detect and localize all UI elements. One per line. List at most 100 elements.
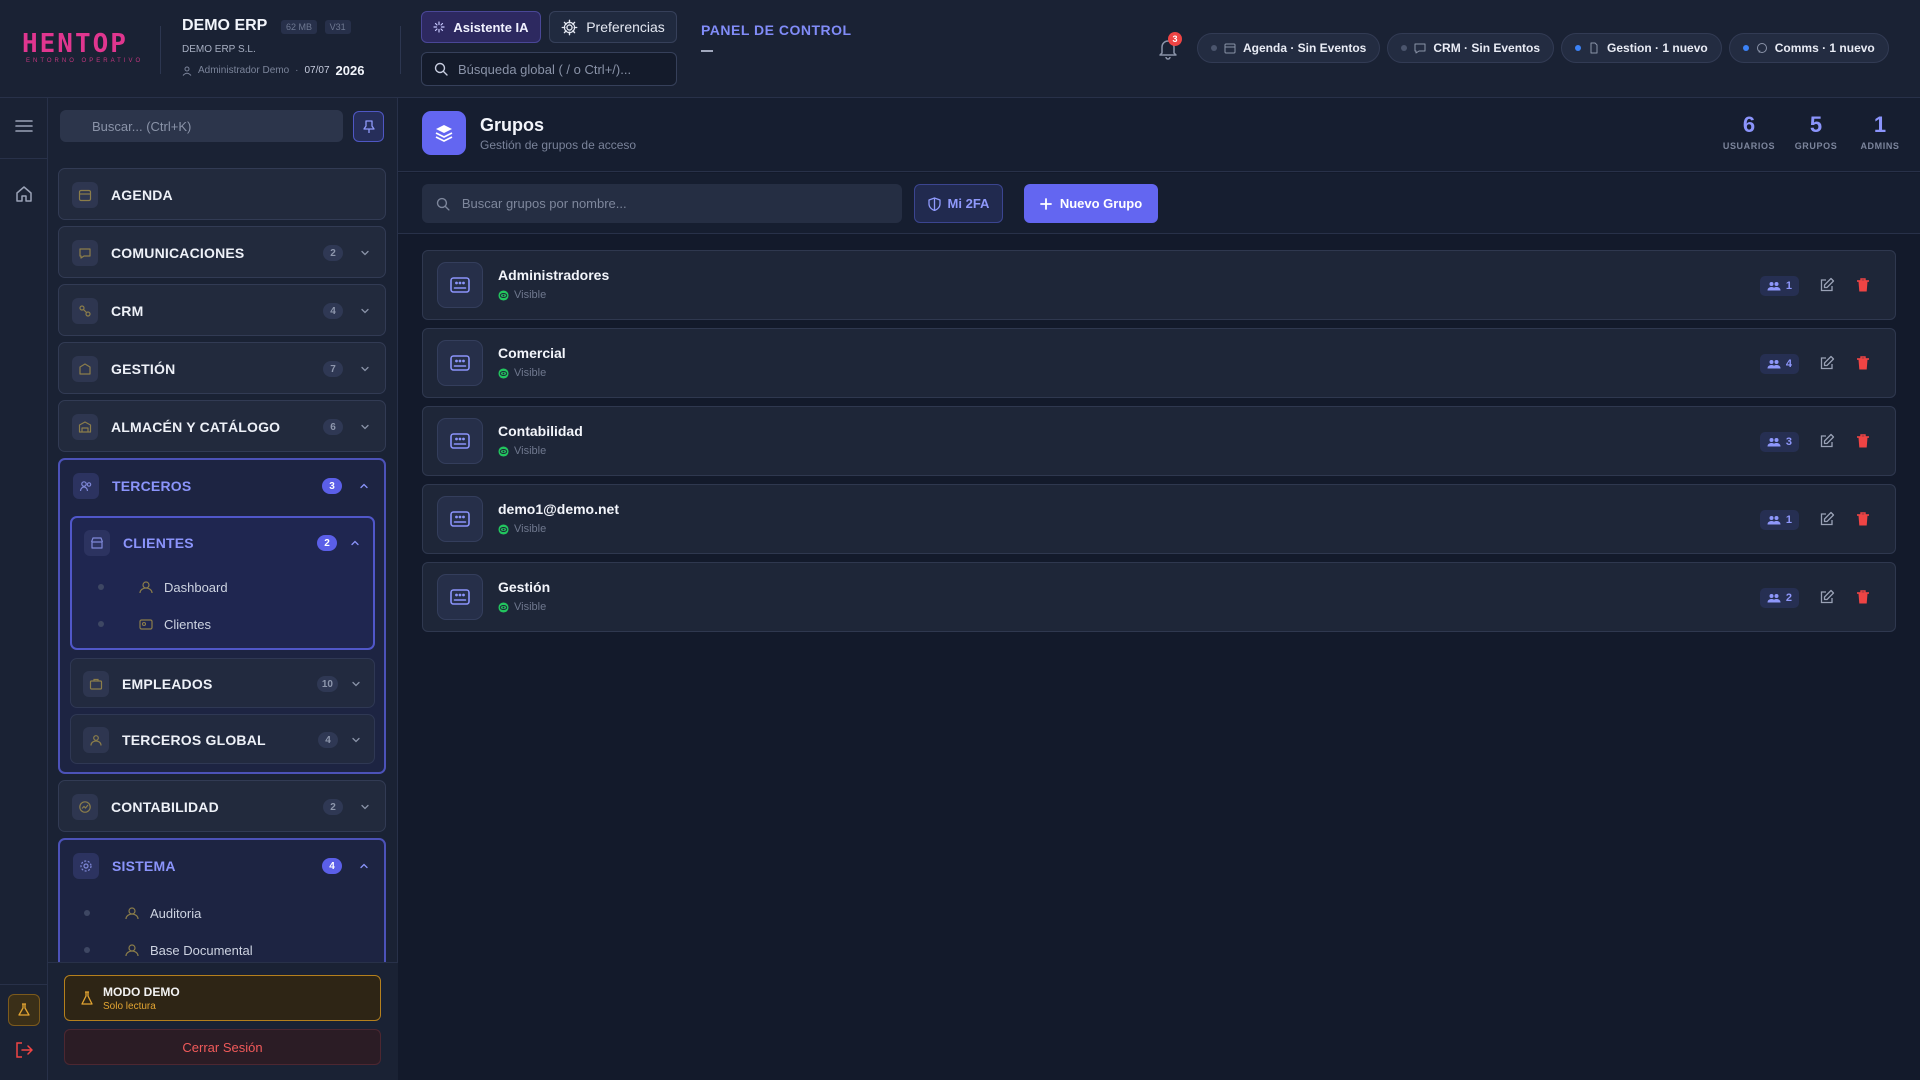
sidebar-footer: MODO DEMO Solo lectura Cerrar Sesión bbox=[48, 962, 398, 1080]
sidebar-link-label: Auditoria bbox=[150, 905, 202, 921]
trash-icon[interactable] bbox=[1855, 277, 1871, 293]
sidebar-item-gestion[interactable]: GESTIÓN 7 bbox=[58, 342, 386, 394]
stat-label: ADMINS bbox=[1860, 141, 1900, 151]
sidebar-subitem-empleados[interactable]: EMPLEADOS 10 bbox=[70, 658, 375, 708]
count-badge: 4 bbox=[318, 732, 338, 748]
brand-logo[interactable]: HENTOP ENTORNO OPERATIVO bbox=[22, 30, 146, 64]
group-users-badge[interactable]: 1 bbox=[1759, 276, 1799, 296]
sidebar-item-label: AGENDA bbox=[111, 187, 173, 203]
menu-toggle-button[interactable] bbox=[12, 114, 36, 138]
demo-mode-title: MODO DEMO bbox=[103, 985, 180, 999]
user-count: 2 bbox=[1785, 592, 1792, 604]
gear-icon bbox=[561, 19, 578, 35]
search-icon bbox=[434, 62, 448, 76]
pin-button[interactable] bbox=[353, 111, 384, 142]
group-row[interactable]: Comercial Visible 4 bbox=[422, 328, 1896, 398]
stat-admins: 1 ADMINS bbox=[1845, 112, 1915, 151]
status-chips: Agenda · Sin Eventos CRM · Sin Eventos G… bbox=[1197, 33, 1889, 63]
trash-icon[interactable] bbox=[1855, 355, 1871, 371]
sidebar-link-base-documental[interactable]: Base Documental bbox=[84, 935, 253, 965]
sidebar-link-dashboard[interactable]: Dashboard bbox=[98, 572, 228, 602]
notification-badge: 3 bbox=[1168, 32, 1182, 46]
users-icon bbox=[1767, 360, 1781, 369]
sidebar-link-clientes[interactable]: Clientes bbox=[98, 609, 211, 639]
sidebar-item-crm[interactable]: CRM 4 bbox=[58, 284, 386, 336]
trash-icon[interactable] bbox=[1855, 511, 1871, 527]
edit-icon[interactable] bbox=[1819, 277, 1835, 293]
global-search[interactable] bbox=[421, 52, 677, 86]
chat-icon bbox=[1414, 43, 1426, 54]
chevron-down-icon bbox=[361, 250, 369, 256]
new-group-button[interactable]: Nuevo Grupo bbox=[1024, 184, 1158, 223]
group-name: Administradores bbox=[498, 267, 610, 283]
sidebar-link-label: Base Documental bbox=[150, 942, 253, 958]
sidebar-item-label: CONTABILIDAD bbox=[111, 799, 219, 815]
group-row[interactable]: Contabilidad Visible 3 bbox=[422, 406, 1896, 476]
sidebar-search-input[interactable] bbox=[92, 118, 311, 134]
status-dot bbox=[1742, 45, 1749, 51]
sidebar-subitem-clientes[interactable]: CLIENTES 2 Dashboard Clientes bbox=[70, 516, 375, 650]
trash-icon[interactable] bbox=[1855, 433, 1871, 449]
sidebar-link-auditoria[interactable]: Auditoria bbox=[84, 898, 201, 928]
home-button[interactable] bbox=[12, 182, 36, 206]
sidebar-item-agenda[interactable]: AGENDA bbox=[58, 168, 386, 220]
page-subtitle: Gestión de grupos de acceso bbox=[480, 138, 637, 152]
sidebar-link-label: Clientes bbox=[164, 616, 211, 632]
current-date: 07/07 bbox=[304, 65, 330, 76]
group-icon bbox=[437, 574, 483, 620]
chip-gestion[interactable]: Gestion · 1 nuevo bbox=[1561, 33, 1722, 63]
brand-subtitle: ENTORNO OPERATIVO bbox=[26, 58, 144, 64]
user-line: Administrador Demo · 07/07 2026 bbox=[182, 63, 402, 78]
group-icon bbox=[437, 496, 483, 542]
visibility-label: Visible bbox=[514, 445, 547, 457]
chevron-down-icon bbox=[361, 366, 369, 372]
chip-crm[interactable]: CRM · Sin Eventos bbox=[1387, 33, 1555, 63]
divider bbox=[0, 984, 48, 985]
ai-assistant-button[interactable]: Asistente IA bbox=[421, 11, 541, 43]
sidebar-item-terceros[interactable]: TERCEROS 3 CLIENTES 2 Dashboard Clientes bbox=[58, 458, 386, 774]
sidebar-search[interactable] bbox=[60, 110, 343, 142]
group-search[interactable] bbox=[422, 184, 902, 223]
company-info: DEMO ERP 62 MB V31 DEMO ERP S.L. Adminis… bbox=[182, 17, 402, 78]
group-row[interactable]: Gestión Visible 2 bbox=[422, 562, 1896, 632]
search-icon bbox=[436, 197, 450, 211]
group-users-badge[interactable]: 4 bbox=[1759, 354, 1799, 374]
group-users-badge[interactable]: 2 bbox=[1759, 588, 1799, 608]
edit-icon[interactable] bbox=[1819, 355, 1835, 371]
group-users-badge[interactable]: 1 bbox=[1759, 510, 1799, 530]
my-2fa-button[interactable]: Mi 2FA bbox=[914, 184, 1003, 223]
network-icon bbox=[72, 298, 98, 324]
ai-assistant-label: Asistente IA bbox=[453, 19, 529, 35]
eye-icon bbox=[498, 367, 509, 379]
bullet bbox=[98, 621, 104, 627]
status-dot bbox=[1575, 45, 1582, 51]
edit-icon[interactable] bbox=[1819, 589, 1835, 605]
group-row[interactable]: demo1@demo.net Visible 1 bbox=[422, 484, 1896, 554]
global-search-input[interactable] bbox=[458, 61, 658, 77]
chip-comms[interactable]: Comms · 1 nuevo bbox=[1728, 33, 1889, 63]
plus-icon bbox=[1039, 197, 1052, 210]
group-row[interactable]: Administradores Visible 1 bbox=[422, 250, 1896, 320]
group-visibility: Visible bbox=[498, 367, 546, 379]
edit-icon[interactable] bbox=[1819, 511, 1835, 527]
chip-agenda[interactable]: Agenda · Sin Eventos bbox=[1197, 33, 1381, 63]
group-search-input[interactable] bbox=[461, 196, 888, 211]
sidebar-item-comunicaciones[interactable]: COMUNICACIONES 2 bbox=[58, 226, 386, 278]
group-name: Comercial bbox=[498, 345, 566, 361]
panel-title[interactable]: PANEL DE CONTROL bbox=[701, 22, 852, 38]
edit-icon[interactable] bbox=[1819, 433, 1835, 449]
sidebar-item-almacen[interactable]: ALMACÉN Y CATÁLOGO 6 bbox=[58, 400, 386, 452]
trash-icon[interactable] bbox=[1855, 589, 1871, 605]
demo-mode-button[interactable] bbox=[8, 994, 40, 1026]
logout-icon-button[interactable] bbox=[12, 1038, 36, 1062]
sidebar-item-contabilidad[interactable]: CONTABILIDAD 2 bbox=[58, 780, 386, 832]
logout-button[interactable]: Cerrar Sesión bbox=[64, 1029, 381, 1065]
preferences-button[interactable]: Preferencias bbox=[549, 11, 677, 43]
sidebar-item-label: CRM bbox=[111, 303, 144, 319]
group-users-badge[interactable]: 3 bbox=[1759, 432, 1799, 452]
divider bbox=[0, 158, 48, 159]
clients-icon bbox=[139, 619, 153, 630]
version-badge: V31 bbox=[324, 19, 351, 34]
group-name: demo1@demo.net bbox=[498, 501, 620, 517]
sidebar-subitem-terceros-global[interactable]: TERCEROS GLOBAL 4 bbox=[70, 714, 375, 764]
